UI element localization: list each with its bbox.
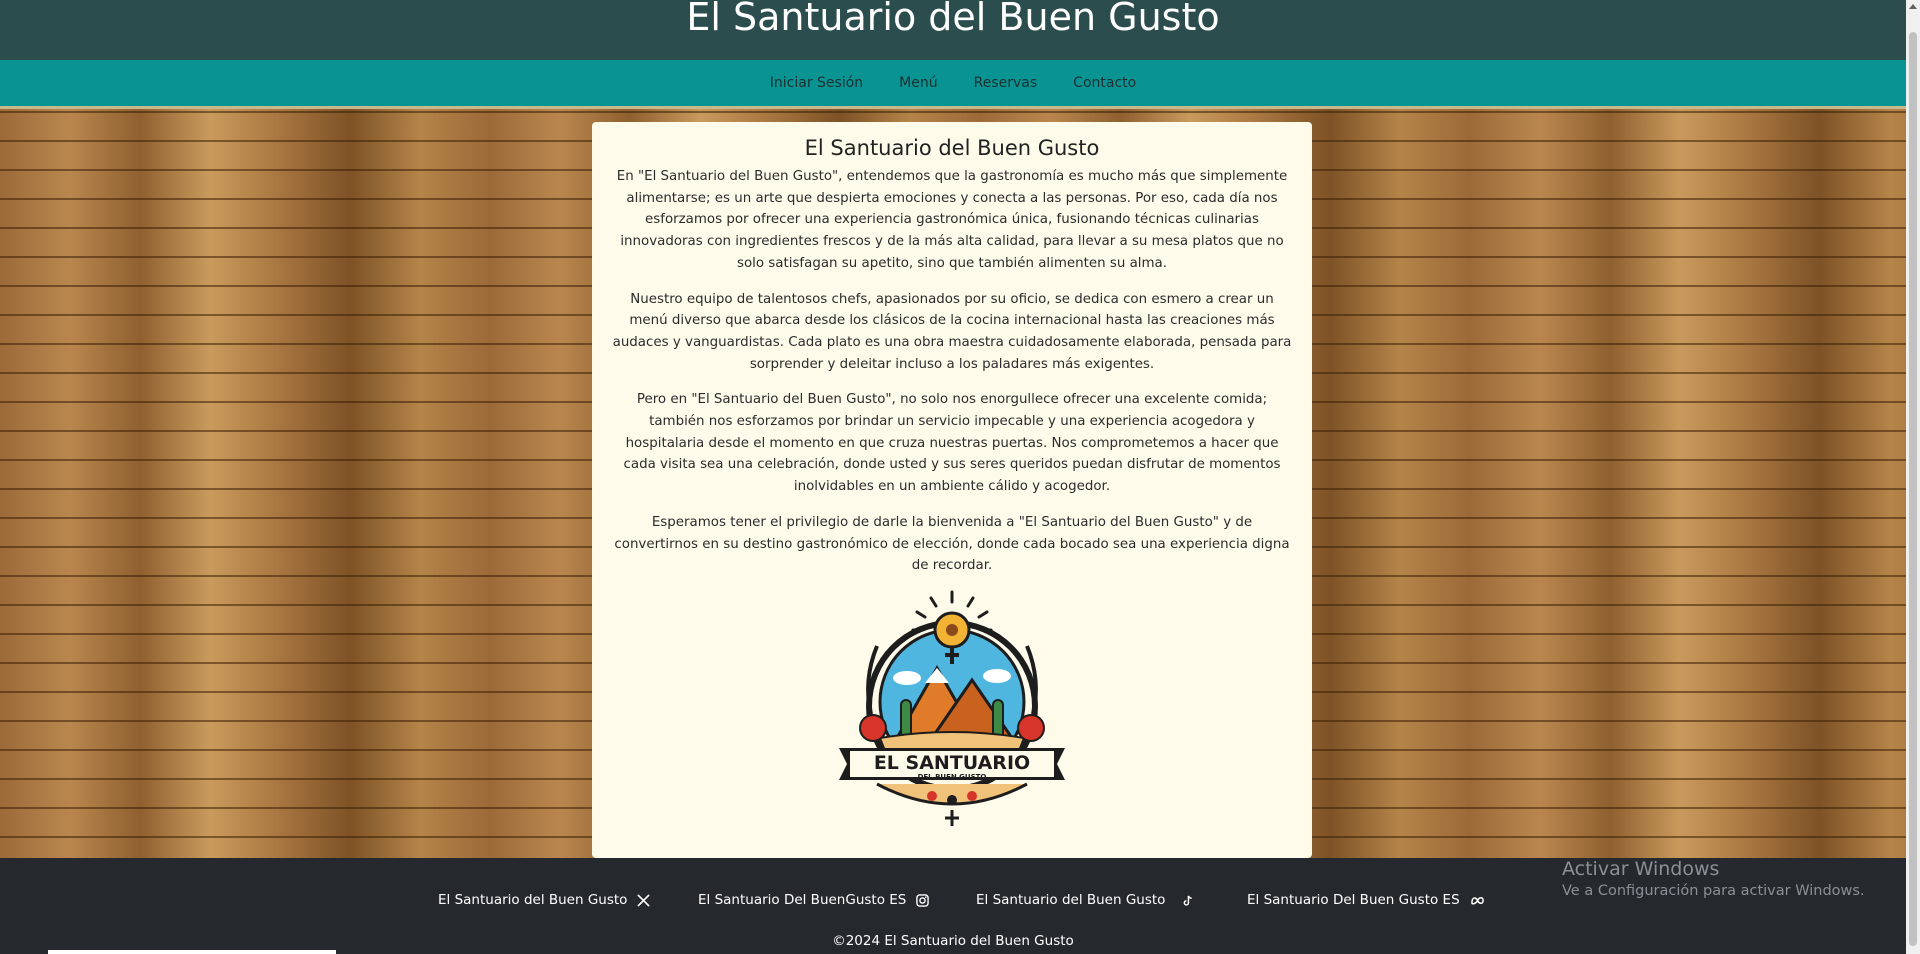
logo-text-sub: DEL BUEN GUSTO [918, 773, 987, 781]
copyright-text: ©2024 El Santuario del Buen Gusto [832, 933, 1074, 949]
restaurant-logo: EL SANTUARIO DEL BUEN GUSTO [837, 588, 1067, 828]
meta-icon[interactable] [1470, 894, 1485, 907]
nav-login-link[interactable]: Iniciar Sesión [770, 75, 863, 91]
scrollbar-thumb[interactable] [1909, 32, 1917, 946]
vertical-scrollbar[interactable] [1906, 0, 1920, 954]
card-title: El Santuario del Buen Gusto [804, 136, 1100, 160]
tiktok-icon[interactable] [1181, 894, 1194, 907]
social-label-instagram[interactable]: El Santuario Del BuenGusto ES [698, 892, 906, 908]
scroll-up-arrow-icon[interactable] [1909, 4, 1917, 9]
about-paragraph-3: Pero en "El Santuario del Buen Gusto", n… [623, 392, 1281, 495]
about-paragraph-1: En "El Santuario del Buen Gusto", entend… [616, 169, 1288, 271]
nav-contact-link[interactable]: Contacto [1073, 75, 1136, 91]
logo-text-main: EL SANTUARIO [874, 752, 1030, 774]
nav-menu-link[interactable]: Menú [899, 75, 937, 91]
social-link-tiktok[interactable]: El Santuario del Buen Gusto [976, 892, 1194, 908]
windows-activation-watermark: Activar Windows Ve a Configuración para … [1562, 858, 1865, 899]
social-link-meta[interactable]: El Santuario Del Buen Gusto ES [1247, 892, 1485, 908]
social-label-x[interactable]: El Santuario del Buen Gusto [438, 892, 627, 908]
about-card: El Santuario del Buen Gusto En "El Santu… [592, 122, 1312, 858]
social-label-tiktok[interactable]: El Santuario del Buen Gusto [976, 892, 1165, 908]
watermark-subtitle: Ve a Configuración para activar Windows. [1562, 883, 1865, 899]
about-paragraph-4: Esperamos tener el privilegio de darle l… [614, 514, 1290, 574]
nav-reservations-link[interactable]: Reservas [974, 75, 1038, 91]
instagram-icon[interactable] [916, 893, 930, 907]
watermark-title: Activar Windows [1562, 858, 1720, 880]
main-nav: Iniciar Sesión Menú Reservas Contacto [0, 60, 1906, 109]
about-paragraph-2: Nuestro equipo de talentosos chefs, apas… [612, 291, 1292, 372]
footer-underline [48, 950, 336, 954]
site-title: El Santuario del Buen Gusto [686, 0, 1220, 39]
site-header: El Santuario del Buen Gusto [0, 0, 1906, 60]
x-icon[interactable] [637, 893, 651, 907]
social-link-instagram[interactable]: El Santuario Del BuenGusto ES [698, 892, 930, 908]
social-link-x[interactable]: El Santuario del Buen Gusto [438, 892, 651, 908]
social-label-meta[interactable]: El Santuario Del Buen Gusto ES [1247, 892, 1460, 908]
